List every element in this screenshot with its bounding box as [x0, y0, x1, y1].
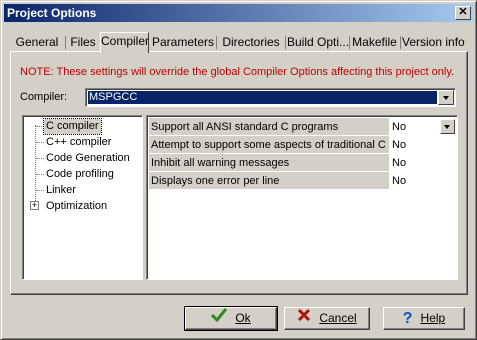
help-icon: ? [402, 310, 413, 328]
options-tree[interactable]: C compiler C++ compiler Code Generation … [22, 115, 143, 280]
tree-item-code-profiling[interactable]: Code profiling [44, 167, 116, 182]
checkmark-icon [211, 308, 228, 329]
property-row[interactable]: Support all ANSI standard C programs No [149, 118, 455, 136]
property-row[interactable]: Displays one error per line No [149, 172, 455, 190]
property-name: Attempt to support some aspects of tradi… [149, 136, 389, 154]
tab-separator [216, 36, 217, 49]
tree-item-code-generation[interactable]: Code Generation [44, 151, 132, 166]
tab-compiler[interactable]: Compiler [100, 32, 149, 53]
tab-parameters[interactable]: Parameters [152, 34, 214, 52]
ok-button[interactable]: Ok [184, 306, 278, 331]
property-value[interactable]: No [390, 172, 455, 190]
cancel-button[interactable]: Cancel [284, 307, 370, 330]
tab-separator [400, 36, 401, 49]
property-name: Inhibit all warning messages [149, 154, 389, 172]
tab-version-info[interactable]: Version info [402, 34, 465, 52]
tree-item-c-compiler[interactable]: C compiler [43, 118, 102, 135]
help-label: Help [420, 311, 446, 325]
tree-connector [36, 190, 44, 191]
tree-connector [36, 174, 44, 175]
tab-directories[interactable]: Directories [219, 34, 283, 52]
chevron-down-icon[interactable] [438, 90, 454, 105]
tab-makefile[interactable]: Makefile [351, 34, 398, 52]
tab-build-options[interactable]: Build Opti... [287, 34, 349, 52]
compiler-select[interactable]: MSPGCC [85, 88, 456, 107]
tree-connector [36, 158, 44, 159]
tab-separator [65, 36, 66, 49]
tree-connector [36, 126, 44, 127]
tree-connector [36, 142, 44, 143]
close-icon [297, 308, 311, 329]
tab-strip: General Files Compiler Parameters Direct… [12, 32, 466, 53]
tree-item-optimization[interactable]: Optimization [44, 199, 109, 214]
expand-icon[interactable]: + [30, 201, 39, 210]
tab-general[interactable]: General [12, 34, 62, 52]
compiler-selected-value: MSPGCC [88, 91, 437, 104]
property-name: Displays one error per line [149, 172, 389, 190]
cancel-label: Cancel [319, 311, 357, 325]
tab-files[interactable]: Files [68, 34, 98, 52]
property-value[interactable]: No [390, 154, 455, 172]
property-value[interactable]: No [390, 118, 455, 136]
close-button[interactable]: ✕ [455, 6, 471, 20]
tree-connector [35, 125, 36, 207]
tab-separator [349, 36, 350, 49]
property-row[interactable]: Attempt to support some aspects of tradi… [149, 136, 455, 154]
ok-label: Ok [235, 311, 251, 325]
tree-item-cpp-compiler[interactable]: C++ compiler [44, 135, 113, 150]
property-grid: Support all ANSI standard C programs No … [146, 115, 458, 280]
override-note: NOTE: These settings will override the g… [20, 66, 455, 78]
title-bar: Project Options ✕ [4, 4, 473, 22]
window-title: Project Options [7, 6, 97, 20]
tree-item-linker[interactable]: Linker [44, 183, 78, 198]
help-button[interactable]: ? Help [383, 307, 465, 330]
property-name: Support all ANSI standard C programs [149, 118, 389, 136]
compiler-label: Compiler: [20, 91, 68, 103]
property-value-text: No [392, 121, 407, 133]
chevron-down-icon[interactable] [440, 119, 455, 134]
property-row[interactable]: Inhibit all warning messages No [149, 154, 455, 172]
tab-separator [285, 36, 286, 49]
property-value[interactable]: No [390, 136, 455, 154]
